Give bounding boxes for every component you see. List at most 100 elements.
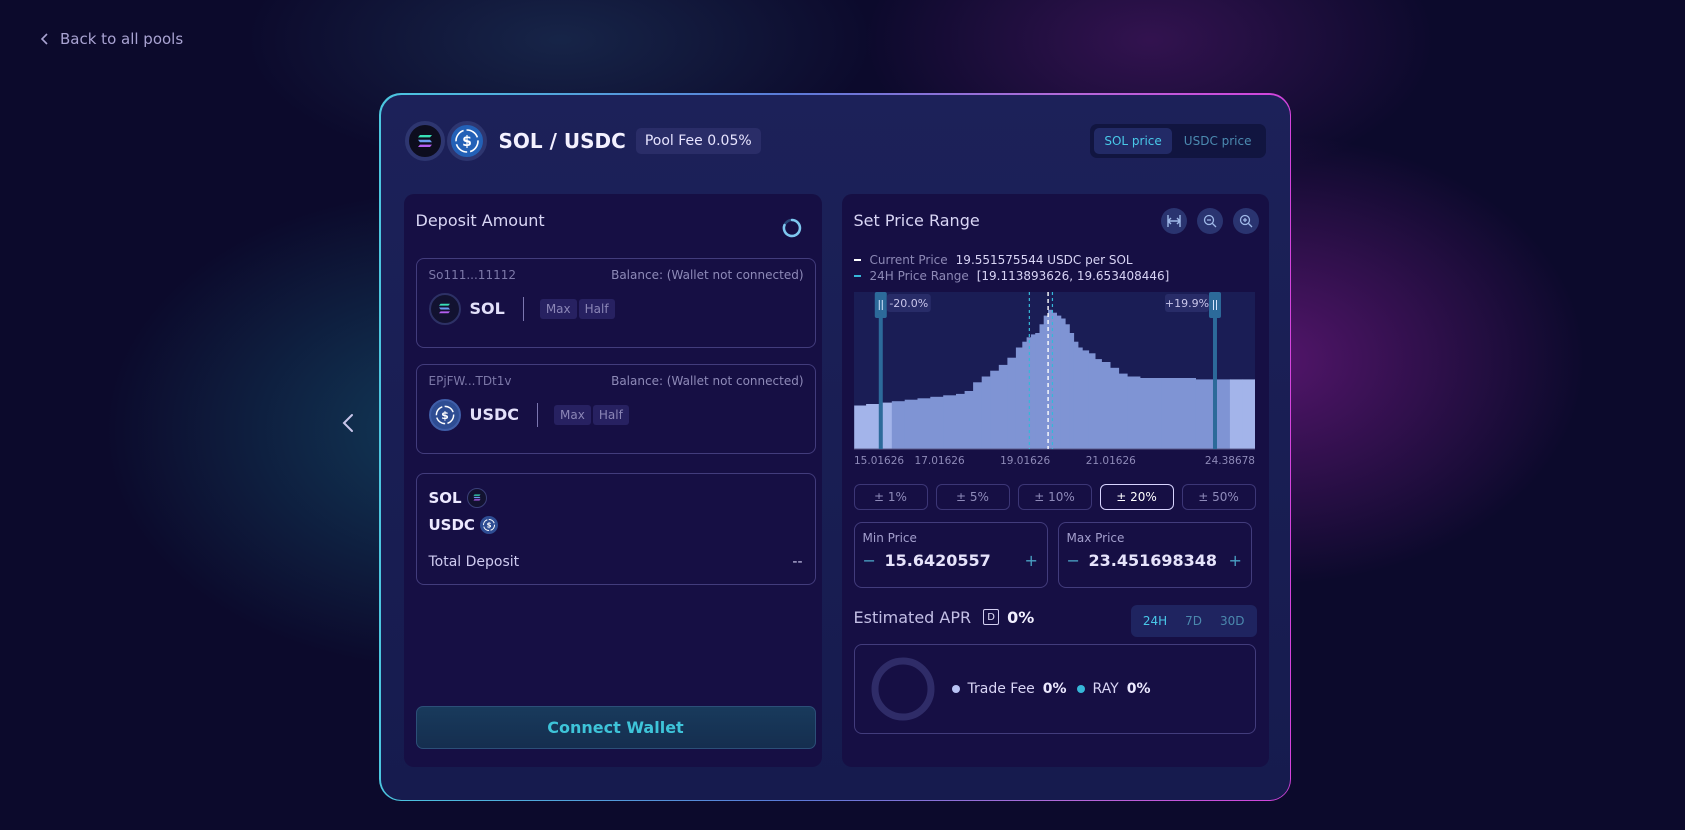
range-preset-button[interactable]: ± 20% <box>1099 483 1174 510</box>
x-tick-label: 24.38678 <box>1204 455 1254 467</box>
max-price-label: Max Price <box>1066 530 1125 545</box>
liquidity-bar <box>929 396 943 449</box>
max-price-increment-button[interactable]: + <box>1229 551 1243 570</box>
liquidity-chart[interactable]: 15.01626 17.01626 19.01626 21.01626 24.38678… <box>853 291 1255 472</box>
zoom-in-icon <box>1239 214 1252 227</box>
svg-text:$: $ <box>462 134 472 150</box>
ray-value: 0% <box>1126 680 1151 697</box>
liquidity-bar <box>1139 377 1149 449</box>
back-link-label: Back to all pools <box>60 30 184 48</box>
liquidity-bar <box>1030 333 1036 449</box>
fit-width-icon <box>1166 214 1181 227</box>
liquidity-bar <box>989 370 999 449</box>
max-price-box[interactable]: Max Price − 23.451698348 + <box>1057 521 1252 588</box>
price-range-panel: Set Price Range Current Price 19.5515755… <box>841 193 1269 767</box>
liquidity-bar <box>1126 376 1134 449</box>
range-preset-button[interactable]: ± 1% <box>853 483 928 510</box>
usdc-balance: Balance: (Wallet not connected) <box>611 373 804 388</box>
range-24h-legend: 24H Price Range [19.113893626, 19.653408… <box>853 268 1170 283</box>
deposit-title: Deposit Amount <box>415 210 545 230</box>
apr-period-7d[interactable]: 7D <box>1176 608 1211 634</box>
sol-price-toggle[interactable]: SOL price <box>1094 127 1172 154</box>
price-denomination-toggle: SOL price USDC price <box>1090 123 1266 158</box>
liquidity-bar <box>1021 341 1027 449</box>
range-24h-label: 24H Price Range <box>869 268 969 283</box>
sol-logo <box>404 120 445 161</box>
liquidity-bar <box>904 399 918 449</box>
sol-max-button[interactable]: Max <box>539 298 577 319</box>
total-deposit-value: -- <box>792 553 803 570</box>
liquidity-bar <box>1118 373 1128 449</box>
reset-range-button[interactable] <box>1160 207 1187 234</box>
max-price-decrement-button[interactable]: − <box>1067 551 1081 570</box>
sol-input-box[interactable]: So111...11112 Balance: (Wallet not conne… <box>415 257 816 348</box>
usdc-half-button[interactable]: Half <box>592 404 629 425</box>
deposit-summary: SOL USDC $ Total Deposit -- <box>415 472 816 585</box>
liquidity-bar <box>1064 323 1070 449</box>
liquidity-bar <box>1068 332 1074 449</box>
range-preset-button[interactable]: ± 10% <box>1017 483 1092 510</box>
apr-mode-badge[interactable]: D <box>983 609 1000 625</box>
apr-period-toggle: 24H 7D 30D <box>1130 604 1257 637</box>
range-24h-value: [19.113893626, 19.653408446] <box>976 268 1170 283</box>
apr-period-24h[interactable]: 24H <box>1134 608 1176 634</box>
zoom-out-button[interactable] <box>1196 207 1223 234</box>
liquidity-bar <box>1160 377 1179 449</box>
max-price-input[interactable]: 23.451698348 <box>1089 551 1229 570</box>
liquidity-bar <box>1195 378 1213 449</box>
current-price-label: Current Price <box>869 252 948 267</box>
total-deposit-label: Total Deposit <box>428 553 520 570</box>
usdc-mint-address: EPjFW...TDt1v <box>428 373 512 388</box>
summary-usdc-row: USDC $ <box>428 515 498 534</box>
loading-spinner-icon <box>782 218 801 237</box>
usdc-input-box[interactable]: EPjFW...TDt1v Balance: (Wallet not conne… <box>415 363 816 454</box>
x-tick-label: 15.01626 <box>854 455 904 467</box>
connect-wallet-button[interactable]: Connect Wallet <box>415 705 816 749</box>
min-price-increment-button[interactable]: + <box>1025 551 1039 570</box>
liquidity-bar <box>1178 377 1196 449</box>
trade-fee-dot <box>951 684 960 693</box>
usdc-max-button[interactable]: Max <box>554 404 591 425</box>
pool-header: $ SOL / USDC Pool Fee 0.05% SOL price US… <box>404 119 1266 163</box>
liquidity-bar <box>1060 318 1066 449</box>
pair-title: SOL / USDC <box>498 128 626 153</box>
summary-sol-label: SOL <box>428 488 462 507</box>
min-price-decrement-button[interactable]: − <box>863 551 877 570</box>
liquidity-bar <box>998 364 1008 449</box>
x-tick-label: 19.01626 <box>1000 455 1050 467</box>
apr-value: 0% <box>1007 607 1035 627</box>
min-price-input[interactable]: 15.6420557 <box>885 551 1025 570</box>
zoom-in-button[interactable] <box>1232 207 1259 234</box>
current-price-legend: Current Price 19.551575544 USDC per SOL <box>853 252 1133 267</box>
x-tick-label: 17.01626 <box>914 455 964 467</box>
chevron-left-icon <box>40 33 48 45</box>
range-preset-button[interactable]: ± 50% <box>1181 483 1256 510</box>
zoom-out-icon <box>1203 214 1216 227</box>
liquidity-bar <box>955 393 965 449</box>
ray-dot <box>1076 684 1085 693</box>
min-price-box[interactable]: Min Price − 15.6420557 + <box>853 521 1048 588</box>
liquidity-bar <box>1088 352 1095 449</box>
previous-arrow-icon[interactable] <box>338 412 360 434</box>
divider <box>522 296 524 321</box>
sol-symbol: SOL <box>469 299 505 318</box>
usdc-token-icon: $ <box>428 398 461 431</box>
liquidity-bar <box>1229 378 1243 449</box>
usdc-icon: $ <box>435 405 454 424</box>
sol-mini-icon <box>466 487 487 508</box>
apr-period-30d[interactable]: 30D <box>1211 608 1254 634</box>
sol-half-button[interactable]: Half <box>578 298 615 319</box>
liquidity-bar <box>964 390 974 449</box>
pool-card: $ SOL / USDC Pool Fee 0.05% SOL price US… <box>380 94 1290 800</box>
back-to-pools-link[interactable]: Back to all pools <box>40 30 183 48</box>
divider <box>537 402 539 427</box>
liquidity-bar <box>1094 358 1102 449</box>
liquidity-bar <box>972 381 982 449</box>
liquidity-bar <box>1081 349 1089 449</box>
trade-fee-item: Trade Fee 0% <box>951 681 1067 697</box>
summary-usdc-label: USDC <box>428 515 475 534</box>
range-preset-button[interactable]: ± 5% <box>935 483 1010 510</box>
min-price-label: Min Price <box>862 530 917 545</box>
usdc-price-toggle[interactable]: USDC price <box>1174 128 1262 154</box>
solana-icon <box>417 134 432 147</box>
